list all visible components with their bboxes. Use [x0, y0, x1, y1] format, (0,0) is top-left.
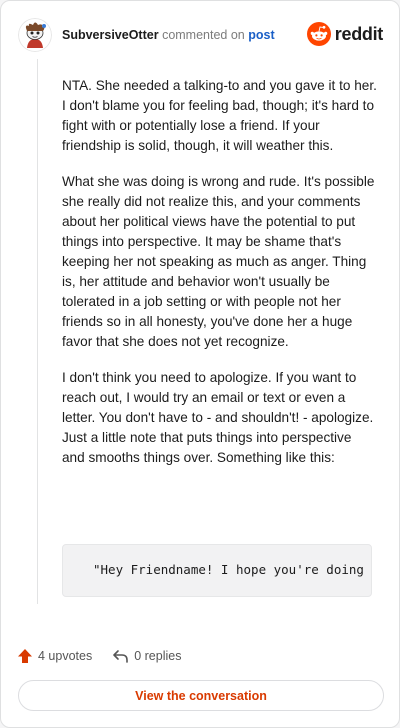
comment-paragraph: What she was doing is wrong and rude. It…: [62, 174, 375, 349]
code-text: "Hey Friendname! I hope you're doing: [93, 562, 364, 577]
code-block[interactable]: "Hey Friendname! I hope you're doing: [62, 544, 372, 597]
user-avatar[interactable]: [18, 18, 52, 52]
upvote-count: 4 upvotes: [38, 649, 93, 663]
comment-byline: SubversiveOtter commented on post: [62, 28, 275, 42]
comment-paragraph: I don't think you need to apologize. If …: [62, 370, 374, 465]
thread-line: [37, 59, 38, 604]
comment-actions: 4 upvotes 0 replies: [17, 646, 201, 666]
reply-count: 0 replies: [134, 649, 182, 663]
upvote-arrow-icon: [18, 649, 32, 663]
brand-wordmark: reddit: [334, 23, 384, 44]
upvote-button[interactable]: 4 upvotes: [17, 648, 92, 664]
comment-paragraph: NTA. She needed a talking-to and you gav…: [62, 78, 377, 153]
username-link[interactable]: SubversiveOtter: [62, 28, 159, 42]
reddit-brand[interactable]: reddit: [306, 22, 384, 46]
byline-verb: commented on: [162, 28, 245, 42]
comment-embed-card: SubversiveOtter commented on post reddit…: [0, 0, 400, 728]
reply-arrow-icon: [113, 650, 129, 663]
view-conversation-button[interactable]: View the conversation: [18, 680, 384, 711]
replies-button[interactable]: 0 replies: [112, 648, 181, 664]
comment-body: NTA. She needed a talking-to and you gav…: [62, 76, 377, 484]
reddit-logo-icon: [306, 22, 331, 46]
comment-header: SubversiveOtter commented on post reddit: [18, 17, 383, 53]
post-link[interactable]: post: [248, 28, 274, 42]
